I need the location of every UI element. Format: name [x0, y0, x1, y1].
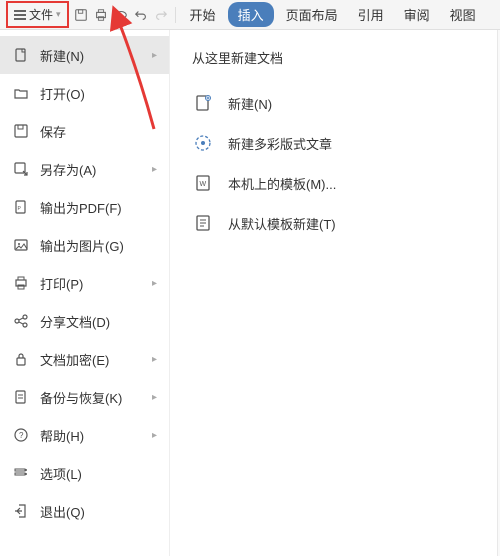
- menu-label: 新建(N): [40, 46, 142, 65]
- chevron-right-icon: ▸: [152, 164, 157, 175]
- rich-doc-icon: [192, 132, 214, 154]
- default-template-icon: [192, 212, 214, 234]
- menu-encrypt[interactable]: 文档加密(E) ▸: [0, 340, 169, 378]
- chevron-right-icon: ▸: [152, 392, 157, 403]
- options-icon: [12, 464, 30, 482]
- pdf-icon: P: [12, 198, 30, 216]
- file-menu-panel: 新建(N) ▸ 打开(O) 保存 另存为(A) ▸ P 输出为PDF(F) 输出为图…: [0, 30, 498, 556]
- menu-label: 选项(L): [40, 464, 157, 483]
- submenu-new-doc[interactable]: 新建(N): [192, 83, 475, 123]
- preview-quick-icon[interactable]: [113, 7, 129, 23]
- undo-quick-icon[interactable]: [133, 7, 149, 23]
- top-toolbar: 文件 ▾ 开始 插入 页面布局 引用 审阅 视图: [0, 0, 500, 30]
- redo-quick-icon[interactable]: [153, 7, 169, 23]
- menu-label: 保存: [40, 122, 157, 141]
- svg-text:W: W: [200, 181, 207, 188]
- submenu-label: 新建多彩版式文章: [228, 134, 332, 153]
- menu-label: 文档加密(E): [40, 350, 142, 369]
- menu-export-pdf[interactable]: P 输出为PDF(F): [0, 188, 169, 226]
- menu-label: 分享文档(D): [40, 312, 157, 331]
- menu-label: 输出为图片(G): [40, 236, 157, 255]
- menu-save[interactable]: 保存: [0, 112, 169, 150]
- submenu-label: 本机上的模板(M)...: [228, 174, 336, 193]
- file-menu-button[interactable]: 文件 ▾: [6, 1, 69, 28]
- tab-insert[interactable]: 插入: [228, 2, 274, 27]
- submenu-label: 从默认模板新建(T): [228, 214, 336, 233]
- chevron-right-icon: ▸: [152, 278, 157, 289]
- new-doc-icon: [192, 92, 214, 114]
- svg-text:?: ?: [19, 431, 24, 440]
- template-icon: W: [192, 172, 214, 194]
- submenu-label: 新建(N): [228, 94, 272, 113]
- tab-start[interactable]: 开始: [182, 1, 224, 28]
- tab-reference[interactable]: 引用: [350, 1, 392, 28]
- menu-share[interactable]: 分享文档(D): [0, 302, 169, 340]
- file-menu-list: 新建(N) ▸ 打开(O) 保存 另存为(A) ▸ P 输出为PDF(F) 输出为图…: [0, 30, 170, 556]
- lock-icon: [12, 350, 30, 368]
- chevron-right-icon: ▸: [152, 354, 157, 365]
- menu-backup[interactable]: 备份与恢复(K) ▸: [0, 378, 169, 416]
- menu-open[interactable]: 打开(O): [0, 74, 169, 112]
- toolbar-divider: [175, 7, 176, 23]
- chevron-down-icon: ▾: [56, 9, 61, 20]
- exit-icon: [12, 502, 30, 520]
- share-icon: [12, 312, 30, 330]
- menu-label: 退出(Q): [40, 502, 157, 521]
- folder-icon: [12, 84, 30, 102]
- file-label: 文件: [29, 6, 53, 23]
- menu-label: 另存为(A): [40, 160, 142, 179]
- submenu-default-template[interactable]: 从默认模板新建(T): [192, 203, 475, 243]
- menu-label: 备份与恢复(K): [40, 388, 142, 407]
- menu-label: 打开(O): [40, 84, 157, 103]
- submenu-local-template[interactable]: W 本机上的模板(M)...: [192, 163, 475, 203]
- menu-label: 打印(P): [40, 274, 142, 293]
- tab-review[interactable]: 审阅: [396, 1, 438, 28]
- chevron-right-icon: ▸: [152, 430, 157, 441]
- print-quick-icon[interactable]: [93, 7, 109, 23]
- menu-label: 输出为PDF(F): [40, 198, 157, 217]
- menu-exit[interactable]: 退出(Q): [0, 492, 169, 530]
- image-icon: [12, 236, 30, 254]
- chevron-right-icon: ▸: [152, 50, 157, 61]
- save-icon: [12, 122, 30, 140]
- hamburger-icon: [14, 10, 26, 20]
- backup-icon: [12, 388, 30, 406]
- new-submenu: 从这里新建文档 新建(N) 新建多彩版式文章 W 本机上的模板(M)... 从默认…: [170, 30, 497, 556]
- help-icon: ?: [12, 426, 30, 444]
- menu-label: 帮助(H): [40, 426, 142, 445]
- submenu-header: 从这里新建文档: [192, 48, 475, 67]
- tab-view[interactable]: 视图: [442, 1, 484, 28]
- menu-save-as[interactable]: 另存为(A) ▸: [0, 150, 169, 188]
- new-doc-icon: [12, 46, 30, 64]
- menu-print[interactable]: 打印(P) ▸: [0, 264, 169, 302]
- print-icon: [12, 274, 30, 292]
- tab-layout[interactable]: 页面布局: [278, 1, 346, 28]
- menu-help[interactable]: ? 帮助(H) ▸: [0, 416, 169, 454]
- svg-text:P: P: [18, 206, 22, 212]
- menu-export-image[interactable]: 输出为图片(G): [0, 226, 169, 264]
- submenu-new-rich[interactable]: 新建多彩版式文章: [192, 123, 475, 163]
- save-quick-icon[interactable]: [73, 7, 89, 23]
- save-as-icon: [12, 160, 30, 178]
- menu-options[interactable]: 选项(L): [0, 454, 169, 492]
- menu-new[interactable]: 新建(N) ▸: [0, 36, 169, 74]
